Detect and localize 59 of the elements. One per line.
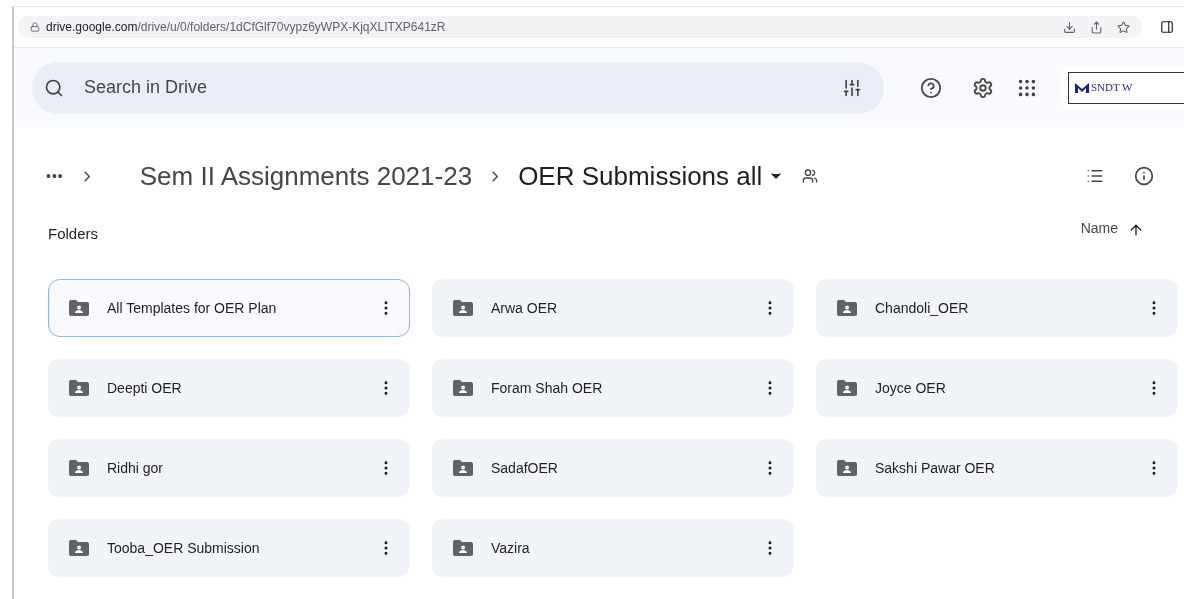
overflow-breadcrumb[interactable]: ••• [46, 165, 64, 187]
folder-name: Deepti OER [107, 378, 183, 398]
shared-folder-icon [837, 300, 857, 316]
shared-folder-icon [69, 460, 89, 476]
shared-folder-icon [69, 380, 89, 396]
lock-icon [30, 22, 40, 32]
folder-name: SadafOER [491, 458, 559, 478]
side-panel-icon[interactable] [1160, 20, 1174, 34]
folder-name: Chandoli_OER [875, 298, 970, 318]
shared-people-icon[interactable] [802, 168, 819, 184]
folder-name: Foram Shah OER [491, 378, 604, 398]
folder-card[interactable]: Vazira [432, 519, 794, 577]
shared-folder-icon [837, 460, 857, 476]
folder-card[interactable]: Arwa OER [432, 279, 794, 337]
info-icon[interactable] [1134, 166, 1154, 186]
account-logo[interactable]: SNDT W [1060, 65, 1184, 110]
folder-name: Joyce OER [875, 378, 947, 398]
shared-folder-icon [69, 300, 89, 316]
folder-card[interactable]: Deepti OER [48, 359, 410, 417]
bookmark-star-icon[interactable] [1117, 20, 1130, 34]
folder-name: Sakshi Pawar OER [875, 458, 996, 478]
sort-ascending-icon[interactable] [1128, 222, 1144, 238]
logo-mark-icon [1075, 82, 1089, 93]
folder-name: Arwa OER [491, 298, 559, 318]
shared-folder-icon [837, 380, 857, 396]
folder-card[interactable]: Foram Shah OER [432, 359, 794, 417]
shared-folder-icon [453, 540, 473, 556]
folder-card[interactable]: Sakshi Pawar OER [816, 439, 1178, 497]
folder-card[interactable]: Joyce OER [816, 359, 1178, 417]
sort-button[interactable]: Name [1080, 218, 1118, 239]
folder-name: Vazira [491, 538, 531, 558]
shared-folder-icon [453, 300, 473, 316]
shared-folder-icon [453, 460, 473, 476]
search-icon [44, 77, 64, 98]
folder-card[interactable]: Ridhi gor [48, 439, 410, 497]
filter-icon[interactable] [842, 77, 862, 98]
breadcrumb-item[interactable]: OER Submissions all [518, 156, 763, 196]
section-title: Folders [48, 223, 99, 244]
folder-card[interactable]: All Templates for OER Plan [48, 279, 410, 337]
address-bar[interactable]: drive.google.com/drive/u/0/folders/1dCfGlf70vypz6yWPX-KjqXLITXP641zR [18, 16, 1142, 38]
install-icon[interactable] [1063, 20, 1076, 34]
folder-card[interactable]: SadafOER [432, 439, 794, 497]
folder-name: All Templates for OER Plan [107, 298, 278, 318]
help-icon[interactable] [920, 76, 942, 99]
settings-icon[interactable] [972, 76, 994, 99]
folder-name: Tooba_OER Submission [107, 538, 261, 558]
folder-card[interactable]: Tooba_OER Submission [48, 519, 410, 577]
url-text: drive.google.com/drive/u/0/folders/1dCfGlf70vypz6yWPX-KjqXLITXP641zR [46, 19, 446, 36]
chevron-icon [492, 170, 499, 182]
breadcrumb-item[interactable]: Sem II Assignments 2021-23 [139, 156, 473, 196]
folder-card[interactable]: Chandoli_OER [816, 279, 1178, 337]
search-input[interactable]: Search in Drive [84, 74, 842, 101]
list-view-icon[interactable] [1086, 167, 1104, 185]
chevron-icon [83, 170, 90, 182]
folder-name: Ridhi gor [107, 458, 165, 478]
share-icon[interactable] [1090, 20, 1103, 34]
shared-folder-icon [69, 540, 89, 556]
search-field[interactable]: Search in Drive [32, 61, 884, 114]
shared-folder-icon [453, 380, 473, 396]
